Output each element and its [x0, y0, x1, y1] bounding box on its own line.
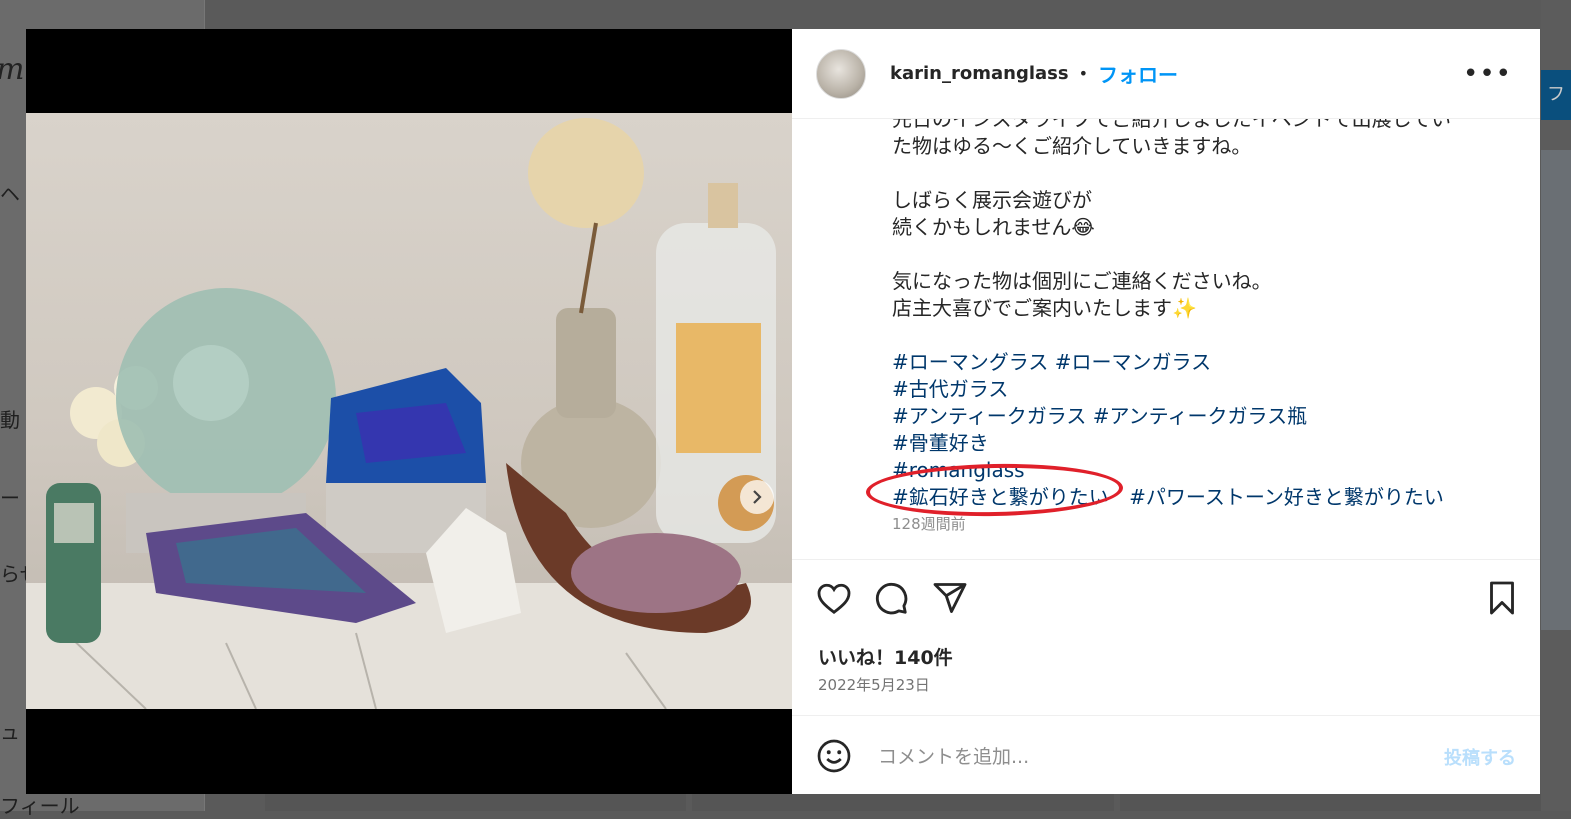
comment-input[interactable] [876, 738, 1400, 776]
hashtag-link[interactable]: #アンティークガラス [892, 404, 1086, 428]
save-button[interactable] [1482, 578, 1522, 618]
like-button[interactable] [814, 578, 854, 618]
background-nav-item: フィール [0, 794, 80, 818]
emoji-icon[interactable] [816, 738, 852, 774]
username-link[interactable]: karin_romanglass [890, 63, 1069, 84]
separator-dot: • [1078, 64, 1089, 83]
hashtag-line: #古代ガラス [892, 376, 1512, 403]
hashtag-line: #ローマングラス #ローマンガラス [892, 349, 1512, 376]
caption-line: 先日のインスタライブでご紹介しましたイベントで出展してい [892, 119, 1451, 131]
comment-button[interactable] [871, 578, 911, 618]
hashtag-line: #骨董好き [892, 430, 1512, 457]
photo-illustration [26, 118, 792, 709]
comment-icon [875, 582, 908, 615]
background-logo: m [0, 52, 24, 87]
bookmark-icon [1490, 581, 1514, 615]
background-photo [1541, 150, 1571, 630]
hashtag-link[interactable]: #アンティークガラス瓶 [1093, 404, 1307, 428]
chevron-right-icon [753, 490, 762, 504]
post-photo[interactable] [26, 113, 792, 709]
background-nav-item: ヘ [0, 182, 20, 206]
caption-line: 続くかもしれません😂 [892, 215, 1095, 239]
comment-bar: 投稿する [792, 715, 1540, 795]
send-icon [933, 583, 967, 613]
post-media [26, 29, 792, 794]
follow-button[interactable]: フォロー [1098, 59, 1178, 88]
caption-line: た物はゆる〜くご紹介していきますね。 [892, 134, 1252, 158]
post-header: karin_romanglass • フォロー ••• [792, 29, 1540, 119]
caption-line: 気になった物は個別にご連絡くださいね。 [892, 269, 1272, 293]
avatar[interactable] [816, 48, 866, 99]
background-thumbnails [265, 794, 1541, 811]
caption-line: しばらく展示会遊びが [892, 188, 1092, 212]
caption-line: 店主大喜びでご案内いたします✨ [892, 296, 1197, 320]
like-count[interactable]: いいね！140件 [818, 643, 953, 670]
hashtag-line: #アンティークガラス #アンティークガラス瓶 [892, 403, 1512, 430]
background-follow-button: フォ [1541, 70, 1571, 120]
post-date: 2022年5月23日 [818, 676, 930, 694]
hashtag-link[interactable]: #ローマングラス [892, 350, 1048, 374]
background-nav-item: ー [0, 486, 20, 510]
action-bar [792, 559, 1540, 637]
background-nav-item: ュ [0, 720, 20, 744]
hashtag-link[interactable]: #古代ガラス [892, 377, 1008, 401]
hashtag-link[interactable]: #ローマンガラス [1055, 350, 1211, 374]
background-right-column: フォ [1541, 0, 1571, 811]
post-details-panel: karin_romanglass • フォロー ••• 先日のインスタライブでご… [792, 29, 1540, 794]
hashtag-link[interactable]: #骨董好き [892, 431, 989, 455]
next-image-button[interactable] [740, 480, 774, 514]
heart-icon [817, 583, 851, 615]
hashtag-link[interactable]: #パワーストーン好きと繋がりたい [1129, 485, 1444, 509]
background-nav-item: 動 [0, 408, 20, 432]
post-comment-button[interactable]: 投稿する [1444, 744, 1516, 770]
post-modal: karin_romanglass • フォロー ••• 先日のインスタライブでご… [26, 29, 1540, 794]
more-options-icon[interactable]: ••• [1463, 59, 1512, 89]
share-button[interactable] [930, 578, 970, 618]
